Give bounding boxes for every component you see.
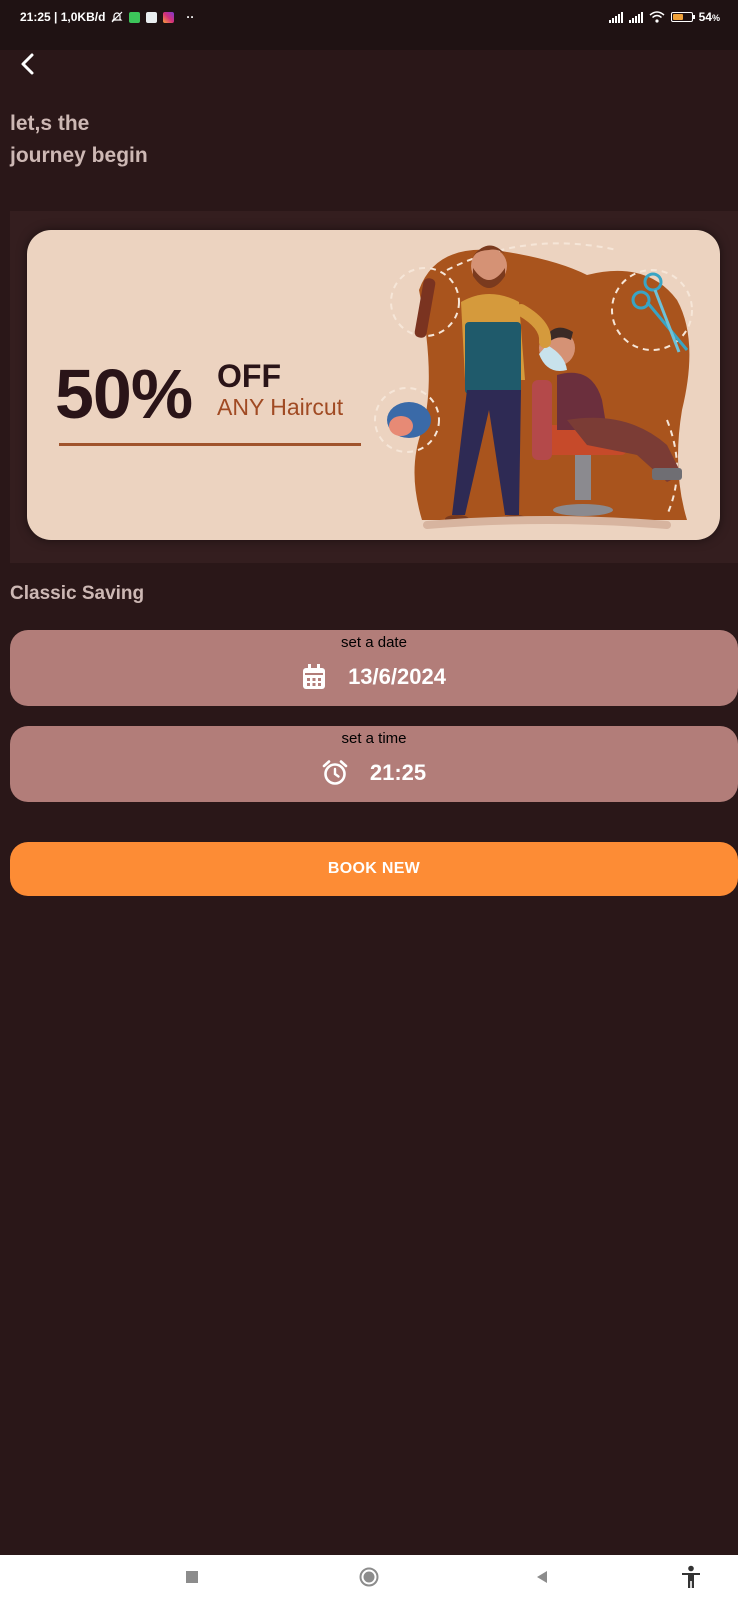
triangle-back-icon (537, 1571, 547, 1583)
bell-muted-icon (111, 11, 123, 23)
calendar-icon (303, 664, 326, 689)
back-system-button[interactable] (532, 1567, 552, 1592)
status-time: 21:25 | 1,0KB/d (20, 10, 106, 24)
more-notifications: ·· (186, 10, 195, 24)
accessibility-button[interactable] (680, 1565, 702, 1594)
whatsapp-icon (129, 11, 141, 23)
chevron-left-icon (21, 53, 34, 75)
page-title: let,s the journey begin (10, 108, 410, 172)
home-button[interactable] (358, 1566, 380, 1593)
battery-percent: 54% (698, 10, 720, 24)
status-right: 54% (608, 10, 720, 24)
title-line-1: let,s the (10, 112, 90, 135)
section-label: Classic Saving (10, 583, 145, 604)
signal-icon-2 (628, 11, 643, 23)
system-navigation-bar (0, 1555, 738, 1600)
book-new-button[interactable]: BOOK NEW (10, 842, 738, 896)
promo-banner-container: 50% OFF ANY Haircut (10, 211, 738, 563)
title-line-2: journey begin (10, 144, 148, 167)
instagram-icon (163, 11, 175, 23)
battery-icon (670, 12, 695, 22)
status-bar: 21:25 | 1,0KB/d ·· 54% (0, 0, 738, 50)
square-icon (186, 1571, 198, 1583)
accessibility-icon (682, 1565, 700, 1588)
promo-divider (59, 443, 361, 446)
status-left: 21:25 | 1,0KB/d ·· (20, 10, 194, 24)
promo-off: OFF (217, 358, 281, 394)
back-button[interactable] (12, 48, 48, 84)
time-value: 21:25 (369, 760, 427, 785)
alarm-clock-icon (322, 760, 348, 785)
app-notification-icon (146, 11, 158, 23)
promo-discount: 50% (55, 355, 193, 433)
recents-button[interactable] (182, 1567, 202, 1592)
date-value: 13/6/2024 (348, 664, 446, 689)
date-picker-button[interactable]: set a date 13/6/2024 (10, 630, 738, 706)
promo-subtitle: ANY Haircut (217, 394, 344, 420)
wifi-icon (649, 11, 665, 23)
signal-icon (608, 11, 623, 23)
home-circle-icon (359, 1567, 379, 1587)
promo-banner[interactable]: 50% OFF ANY Haircut (27, 230, 720, 540)
time-picker-caption: set a time (341, 730, 407, 747)
date-picker-row: 13/6/2024 (10, 664, 738, 690)
date-picker-caption: set a date (341, 634, 407, 651)
time-picker-button[interactable]: set a time 21:25 (10, 726, 738, 802)
time-picker-row: 21:25 (10, 760, 738, 786)
